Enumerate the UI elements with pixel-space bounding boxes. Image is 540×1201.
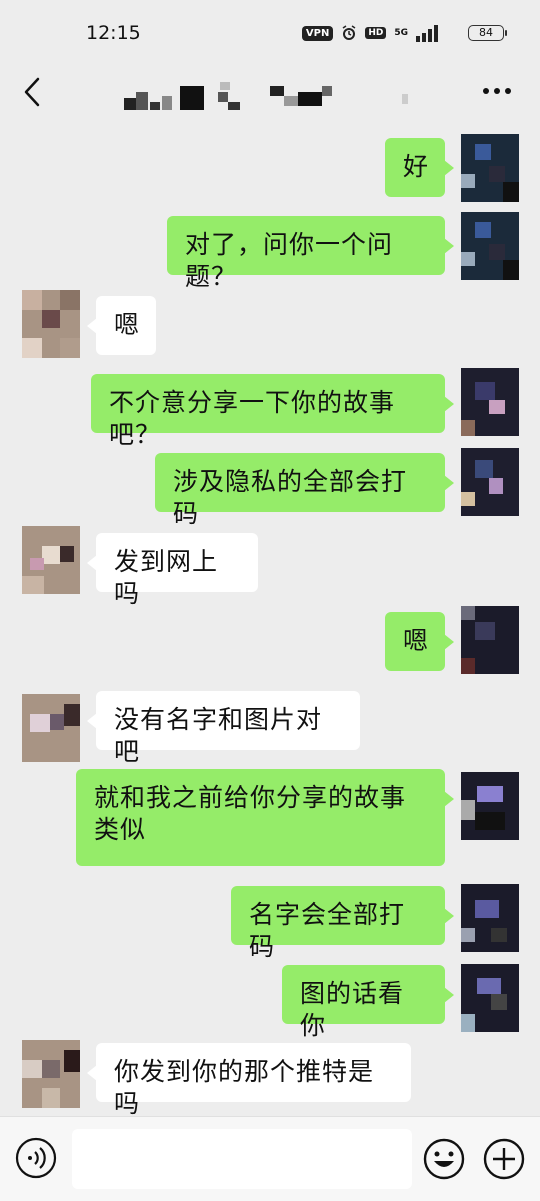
incoming-message-bubble[interactable]: 没有名字和图片对吧 [87,691,360,766]
my-avatar[interactable] [461,964,519,1032]
input-bar [0,1116,540,1201]
incoming-message-bubble[interactable]: 你发到你的那个推特是吗 [87,1043,411,1118]
my-avatar[interactable] [461,606,519,674]
message-input[interactable] [72,1129,412,1189]
more-dots-icon[interactable] [482,86,512,96]
outgoing-message-bubble[interactable]: 对了，问你一个问题？ [167,216,454,291]
incoming-message-bubble[interactable]: 嗯 [87,296,156,355]
contact-name-pixelated [124,82,408,110]
contact-avatar[interactable] [22,694,80,762]
outgoing-message-bubble[interactable]: 好 [385,138,454,197]
outgoing-message-bubble[interactable]: 不介意分享一下你的故事吧？ [91,374,454,449]
chat-header [0,64,540,124]
outgoing-message-bubble[interactable]: 图的话看你 [282,965,454,1040]
status-icons: VPN HD 5G 84 [301,24,507,42]
vpn-badge: VPN [301,25,334,41]
my-avatar[interactable] [461,448,519,516]
battery-indicator: 84 [468,25,507,41]
status-bar: 12:15 VPN HD 5G 84 [0,0,540,64]
outgoing-message-bubble[interactable]: 就和我之前给你分享的故事类似 [76,769,454,866]
my-avatar[interactable] [461,134,519,202]
contact-avatar[interactable] [22,290,80,358]
status-time: 12:15 [86,22,141,44]
chat-area[interactable]: 好 对了，问你一个问题？ 嗯 不介意分享一下你的故事吧？ 涉及隐私的全部会打码 … [0,124,540,1118]
alarm-icon [342,25,356,40]
outgoing-message-bubble[interactable]: 涉及隐私的全部会打码 [155,453,454,528]
network-label: 5G [394,28,408,38]
voice-icon[interactable] [15,1137,57,1179]
outgoing-message-bubble[interactable]: 嗯 [385,612,454,671]
my-avatar[interactable] [461,368,519,436]
outgoing-message-bubble[interactable]: 名字会全部打码 [231,886,454,961]
my-avatar[interactable] [461,772,519,840]
incoming-message-bubble[interactable]: 发到网上吗 [87,533,258,608]
my-avatar[interactable] [461,884,519,952]
back-chevron-icon[interactable] [20,76,46,108]
hd-badge: HD [365,27,387,39]
contact-avatar[interactable] [22,526,80,594]
contact-avatar[interactable] [22,1040,80,1108]
plus-icon[interactable] [482,1137,526,1181]
signal-icon [416,25,438,42]
my-avatar[interactable] [461,212,519,280]
emoji-icon[interactable] [422,1137,466,1181]
